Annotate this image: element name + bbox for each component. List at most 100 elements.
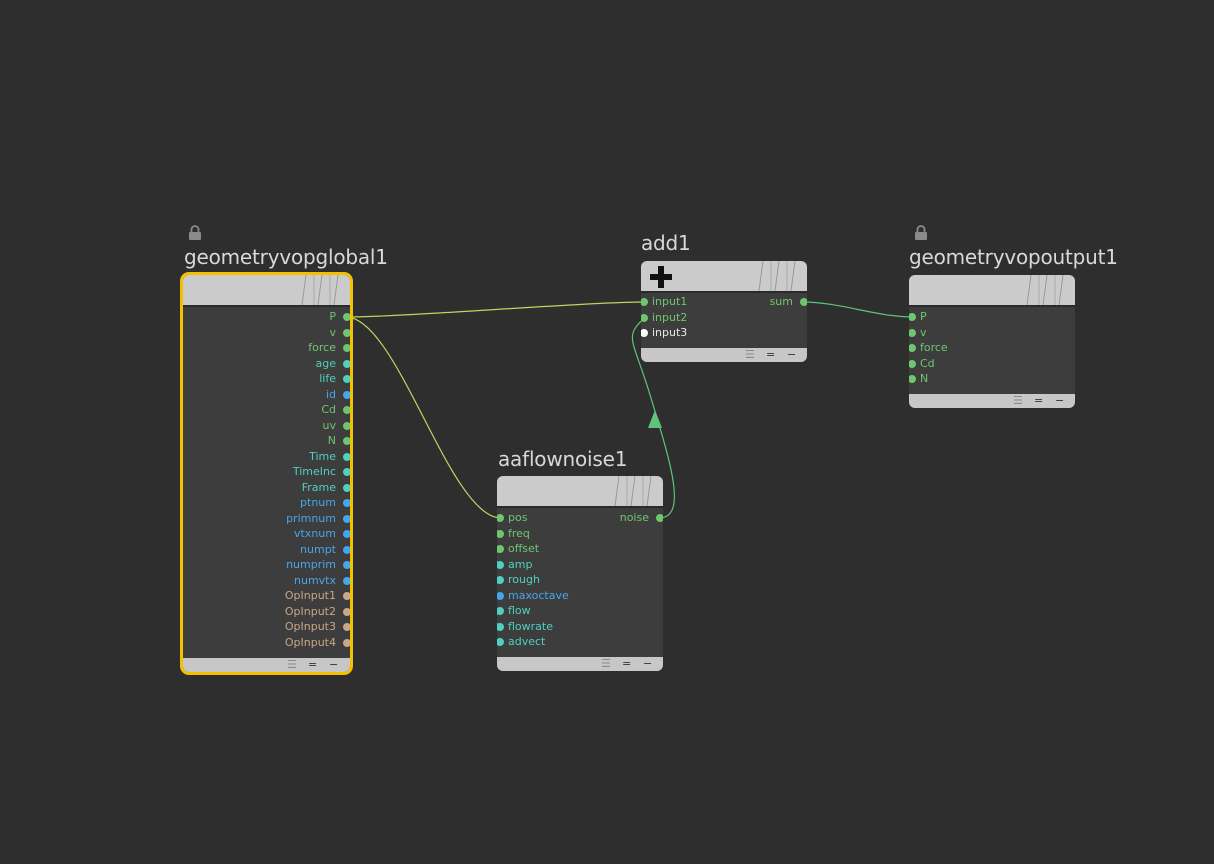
port-connector[interactable] bbox=[343, 421, 350, 430]
output-port-opinput3[interactable]: OpInput3 bbox=[183, 620, 350, 634]
output-port-life[interactable]: life bbox=[183, 372, 350, 386]
output-port-primnum[interactable]: primnum bbox=[183, 512, 350, 526]
port-connector[interactable] bbox=[343, 344, 350, 352]
output-port-id[interactable]: id bbox=[183, 388, 350, 402]
input-port-rough[interactable]: rough bbox=[497, 573, 663, 587]
output-port-v[interactable]: v bbox=[183, 326, 350, 340]
port-connector[interactable] bbox=[497, 638, 504, 646]
equals-icon[interactable]: = bbox=[622, 658, 631, 670]
port-connector[interactable] bbox=[343, 638, 350, 647]
input-port-flow[interactable]: flow bbox=[497, 604, 663, 618]
menu-icon[interactable]: ☰ bbox=[601, 658, 611, 670]
port-connector[interactable] bbox=[343, 437, 350, 445]
port-connector[interactable] bbox=[343, 328, 350, 337]
input-port-flowrate[interactable]: flowrate bbox=[497, 620, 663, 634]
output-port-opinput4[interactable]: OpInput4 bbox=[183, 636, 350, 650]
output-port-frame[interactable]: Frame bbox=[183, 481, 350, 495]
equals-icon[interactable]: = bbox=[1034, 395, 1043, 407]
port-connector[interactable] bbox=[909, 344, 916, 352]
port-connector[interactable] bbox=[343, 530, 350, 538]
port-connector[interactable] bbox=[909, 328, 916, 337]
input-port-v[interactable]: v bbox=[909, 326, 1075, 340]
output-port-force[interactable]: force bbox=[183, 341, 350, 355]
output-port-cd[interactable]: Cd bbox=[183, 403, 350, 417]
input-port-input3[interactable]: input3 bbox=[641, 326, 807, 340]
input-port-advect[interactable]: advect bbox=[497, 635, 663, 649]
wire-global-P-to-noise-pos[interactable] bbox=[345, 316, 502, 519]
node-header[interactable] bbox=[497, 476, 663, 508]
port-connector[interactable] bbox=[343, 607, 350, 616]
equals-icon[interactable]: = bbox=[766, 349, 775, 361]
output-port-uv[interactable]: uv bbox=[183, 419, 350, 433]
output-port-p[interactable]: P bbox=[183, 310, 350, 324]
port-connector[interactable] bbox=[343, 623, 350, 631]
output-port-numpt[interactable]: numpt bbox=[183, 543, 350, 557]
output-port-numprim[interactable]: numprim bbox=[183, 558, 350, 572]
output-port-timeinc[interactable]: TimeInc bbox=[183, 465, 350, 479]
minus-icon[interactable]: − bbox=[787, 349, 796, 361]
port-connector[interactable] bbox=[800, 298, 807, 306]
port-connector[interactable] bbox=[343, 406, 350, 414]
output-port-opinput1[interactable]: OpInput1 bbox=[183, 589, 350, 603]
minus-icon[interactable]: − bbox=[1055, 395, 1064, 407]
node-header[interactable] bbox=[183, 275, 350, 307]
output-port-vtxnum[interactable]: vtxnum bbox=[183, 527, 350, 541]
port-connector[interactable] bbox=[497, 591, 504, 600]
port-connector[interactable] bbox=[641, 329, 648, 337]
port-connector[interactable] bbox=[343, 483, 350, 492]
input-port-cd[interactable]: Cd bbox=[909, 357, 1075, 371]
node-title[interactable]: geometryvopoutput1 bbox=[909, 245, 1118, 269]
output-port-numvtx[interactable]: numvtx bbox=[183, 574, 350, 588]
output-port-age[interactable]: age bbox=[183, 357, 350, 371]
port-connector[interactable] bbox=[343, 561, 350, 569]
node-title[interactable]: add1 bbox=[641, 231, 691, 255]
output-port-ptnum[interactable]: ptnum bbox=[183, 496, 350, 510]
port-label: v bbox=[329, 325, 336, 339]
minus-icon[interactable]: − bbox=[643, 658, 652, 670]
port-connector[interactable] bbox=[343, 390, 350, 399]
menu-icon[interactable]: ☰ bbox=[1013, 395, 1023, 407]
input-port-n[interactable]: N bbox=[909, 372, 1075, 386]
wire-global-P-to-add-input1[interactable] bbox=[345, 301, 646, 318]
input-port-amp[interactable]: amp bbox=[497, 558, 663, 572]
node-body[interactable]: input1 input2 input3 sum ☰ = − bbox=[641, 261, 807, 362]
input-port-maxoctave[interactable]: maxoctave bbox=[497, 589, 663, 603]
input-port-freq[interactable]: freq bbox=[497, 527, 663, 541]
output-port-time[interactable]: Time bbox=[183, 450, 350, 464]
node-header[interactable] bbox=[909, 275, 1075, 307]
port-connector[interactable] bbox=[343, 514, 350, 523]
port-connector[interactable] bbox=[909, 375, 916, 383]
node-title[interactable]: geometryvopglobal1 bbox=[184, 245, 388, 269]
wire-add-sum-to-output-P[interactable] bbox=[802, 301, 914, 318]
port-connector[interactable] bbox=[641, 313, 648, 322]
input-port-offset[interactable]: offset bbox=[497, 542, 663, 556]
minus-icon[interactable]: − bbox=[329, 659, 338, 671]
node-title[interactable]: aaflownoise1 bbox=[498, 447, 627, 471]
node-header[interactable] bbox=[641, 261, 807, 293]
port-connector[interactable] bbox=[343, 375, 350, 383]
input-port-force[interactable]: force bbox=[909, 341, 1075, 355]
menu-icon[interactable]: ☰ bbox=[745, 349, 755, 361]
node-body[interactable]: Pv force Cd N ☰ = − bbox=[909, 275, 1075, 408]
menu-icon[interactable]: ☰ bbox=[287, 659, 297, 671]
port-connector[interactable] bbox=[909, 313, 916, 321]
port-connector[interactable] bbox=[343, 499, 350, 507]
node-body[interactable]: pos freq offset amp rough maxoctave flow flowra… bbox=[497, 476, 663, 671]
equals-icon[interactable]: = bbox=[308, 659, 317, 671]
port-connector[interactable] bbox=[343, 545, 350, 554]
port-connector[interactable] bbox=[343, 468, 350, 476]
output-port-n[interactable]: N bbox=[183, 434, 350, 448]
output-port-opinput2[interactable]: OpInput2 bbox=[183, 605, 350, 619]
port-connector[interactable] bbox=[343, 576, 350, 585]
port-connector[interactable] bbox=[909, 359, 916, 368]
output-port-sum[interactable]: sum bbox=[641, 295, 807, 309]
port-connector[interactable] bbox=[656, 514, 663, 522]
input-port-input2[interactable]: input2 bbox=[641, 311, 807, 325]
port-connector[interactable] bbox=[343, 592, 350, 600]
port-connector[interactable] bbox=[343, 359, 350, 368]
output-port-noise[interactable]: noise bbox=[497, 511, 663, 525]
port-connector[interactable] bbox=[343, 313, 350, 321]
input-port-p[interactable]: P bbox=[909, 310, 1075, 324]
node-body[interactable]: Pv force age life id Cd uv N Time TimeInc Frame ptn… bbox=[183, 275, 350, 672]
port-connector[interactable] bbox=[343, 452, 350, 461]
